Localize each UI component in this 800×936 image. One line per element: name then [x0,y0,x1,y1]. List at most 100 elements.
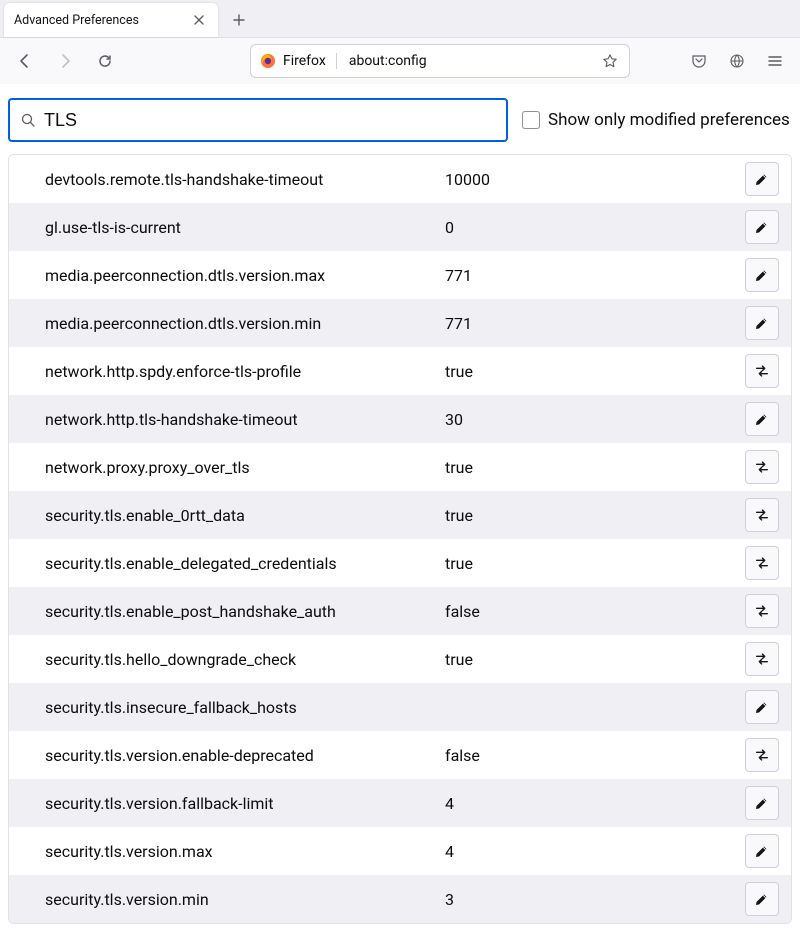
pref-name: network.http.spdy.enforce-tls-profile [45,362,445,381]
pencil-icon [754,267,770,283]
new-tab-button[interactable] [224,5,254,35]
edit-button[interactable] [745,162,779,196]
toggle-button[interactable] [745,642,779,676]
edit-button[interactable] [745,258,779,292]
toggle-icon [754,747,770,763]
pref-value: true [445,650,745,669]
tab-bar: Advanced Preferences [0,0,800,38]
toggle-button[interactable] [745,546,779,580]
pref-value: 30 [445,410,745,429]
search-preferences-input-wrapper [8,98,508,142]
pref-value: 4 [445,794,745,813]
pref-name: security.tls.version.min [45,890,445,909]
reload-button[interactable] [90,46,120,76]
tab-title: Advanced Preferences [14,13,190,28]
search-row: Show only modified preferences [0,84,800,154]
toggle-button[interactable] [745,354,779,388]
pref-row: media.peerconnection.dtls.version.max771 [9,251,791,299]
firefox-icon [259,52,277,70]
pencil-icon [754,843,770,859]
checkbox-icon [522,111,540,129]
toggle-button[interactable] [745,498,779,532]
pencil-icon [754,315,770,331]
pref-row: devtools.remote.tls-handshake-timeout100… [9,155,791,203]
preferences-table: devtools.remote.tls-handshake-timeout100… [8,154,792,924]
toggle-icon [754,459,770,475]
edit-button[interactable] [745,306,779,340]
toggle-button[interactable] [745,594,779,628]
pref-value: 771 [445,314,745,333]
pref-row: security.tls.enable_0rtt_datatrue [9,491,791,539]
pref-row: security.tls.insecure_fallback_hosts [9,683,791,731]
pref-name: gl.use-tls-is-current [45,218,445,237]
pref-value: 0 [445,218,745,237]
pref-name: security.tls.enable_delegated_credential… [45,554,445,573]
pref-value: false [445,602,745,621]
pref-row: security.tls.version.enable-deprecatedfa… [9,731,791,779]
search-preferences-input[interactable] [44,110,496,131]
pref-name: media.peerconnection.dtls.version.max [45,266,445,285]
pref-row: network.http.spdy.enforce-tls-profiletru… [9,347,791,395]
pref-name: security.tls.version.max [45,842,445,861]
show-only-modified-label: Show only modified preferences [548,110,790,130]
close-icon[interactable] [190,11,208,29]
menu-icon[interactable] [760,46,790,76]
pref-row: security.tls.enable_delegated_credential… [9,539,791,587]
pref-value: false [445,746,745,765]
toggle-button[interactable] [745,450,779,484]
pencil-icon [754,795,770,811]
pref-name: media.peerconnection.dtls.version.min [45,314,445,333]
urlbar-url: about:config [349,53,599,69]
pref-name: security.tls.insecure_fallback_hosts [45,698,445,717]
search-icon [20,112,36,128]
pref-row: media.peerconnection.dtls.version.min771 [9,299,791,347]
pref-value: true [445,554,745,573]
edit-button[interactable] [745,210,779,244]
pref-name: security.tls.enable_post_handshake_auth [45,602,445,621]
pref-row: security.tls.hello_downgrade_checktrue [9,635,791,683]
pref-row: security.tls.version.fallback-limit4 [9,779,791,827]
edit-button[interactable] [745,690,779,724]
show-only-modified-checkbox[interactable]: Show only modified preferences [522,110,790,130]
toggle-icon [754,507,770,523]
browser-tab[interactable]: Advanced Preferences [4,3,218,37]
pencil-icon [754,411,770,427]
pref-row: security.tls.enable_post_handshake_authf… [9,587,791,635]
bookmark-star-icon[interactable] [599,46,621,76]
toggle-icon [754,363,770,379]
urlbar-identity-label: Firefox [283,53,337,69]
pref-value: true [445,362,745,381]
toggle-icon [754,555,770,571]
pencil-icon [754,699,770,715]
back-button[interactable] [10,46,40,76]
globe-icon[interactable] [722,46,752,76]
pref-name: security.tls.version.enable-deprecated [45,746,445,765]
pref-name: security.tls.version.fallback-limit [45,794,445,813]
pref-name: network.http.tls-handshake-timeout [45,410,445,429]
pencil-icon [754,171,770,187]
pref-row: security.tls.version.max4 [9,827,791,875]
edit-button[interactable] [745,834,779,868]
toggle-icon [754,651,770,667]
url-bar[interactable]: Firefox about:config [250,44,630,78]
pref-row: security.tls.version.min3 [9,875,791,923]
pref-name: devtools.remote.tls-handshake-timeout [45,170,445,189]
pref-name: security.tls.hello_downgrade_check [45,650,445,669]
pencil-icon [754,219,770,235]
pref-value: 10000 [445,170,745,189]
forward-button[interactable] [50,46,80,76]
pref-name: security.tls.enable_0rtt_data [45,506,445,525]
pref-row: gl.use-tls-is-current0 [9,203,791,251]
edit-button[interactable] [745,882,779,916]
pref-value: true [445,458,745,477]
pencil-icon [754,891,770,907]
navigation-toolbar: Firefox about:config [0,38,800,84]
pref-value: true [445,506,745,525]
pocket-icon[interactable] [684,46,714,76]
edit-button[interactable] [745,786,779,820]
pref-row: network.http.tls-handshake-timeout30 [9,395,791,443]
pref-row: network.proxy.proxy_over_tlstrue [9,443,791,491]
edit-button[interactable] [745,402,779,436]
toggle-icon [754,603,770,619]
toggle-button[interactable] [745,738,779,772]
